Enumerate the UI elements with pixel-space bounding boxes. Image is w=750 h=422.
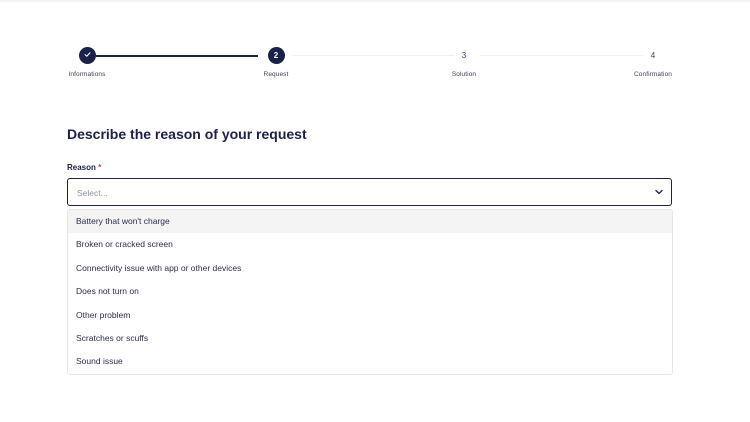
page-title: Describe the reason of your request bbox=[67, 126, 307, 142]
required-marker: * bbox=[98, 163, 102, 172]
option-does-not-turn-on[interactable]: Does not turn on bbox=[68, 280, 672, 303]
step-circle-4: 4 bbox=[644, 47, 662, 64]
step-solution[interactable]: 3 Solution bbox=[424, 46, 504, 78]
option-other-problem[interactable]: Other problem bbox=[68, 304, 672, 327]
option-scratches[interactable]: Scratches or scuffs bbox=[68, 327, 672, 350]
option-sound-issue[interactable]: Sound issue bbox=[68, 350, 672, 373]
reason-label: Reason * bbox=[67, 163, 101, 172]
reason-label-text: Reason bbox=[67, 163, 96, 172]
step-circle-3: 3 bbox=[455, 47, 473, 64]
step-label-2: Request bbox=[263, 71, 289, 78]
step-label-1: Informations bbox=[68, 71, 106, 78]
step-request[interactable]: 2 Request bbox=[236, 46, 316, 78]
check-icon bbox=[84, 52, 90, 58]
reason-dropdown-menu: Battery that won't charge Broken or crac… bbox=[67, 209, 673, 375]
request-page: Informations 2 Request 3 Solution 4 Conf… bbox=[0, 0, 750, 422]
step-label-4: Confirmation bbox=[633, 71, 673, 78]
chevron-down-icon[interactable] bbox=[654, 187, 664, 197]
option-broken-screen[interactable]: Broken or cracked screen bbox=[68, 233, 672, 256]
option-battery[interactable]: Battery that won't charge bbox=[68, 210, 672, 234]
step-confirmation[interactable]: 4 Confirmation bbox=[613, 46, 693, 78]
step-informations[interactable]: Informations bbox=[47, 46, 127, 78]
progress-stepper: Informations 2 Request 3 Solution 4 Conf… bbox=[0, 46, 750, 86]
reason-select[interactable]: Select... bbox=[67, 178, 672, 206]
step-circle-2: 2 bbox=[267, 47, 285, 64]
reason-select-placeholder: Select... bbox=[77, 188, 108, 198]
step-circle-1 bbox=[78, 47, 96, 64]
step-label-3: Solution bbox=[451, 71, 477, 78]
top-border bbox=[0, 0, 750, 3]
option-connectivity[interactable]: Connectivity issue with app or other dev… bbox=[68, 257, 672, 280]
